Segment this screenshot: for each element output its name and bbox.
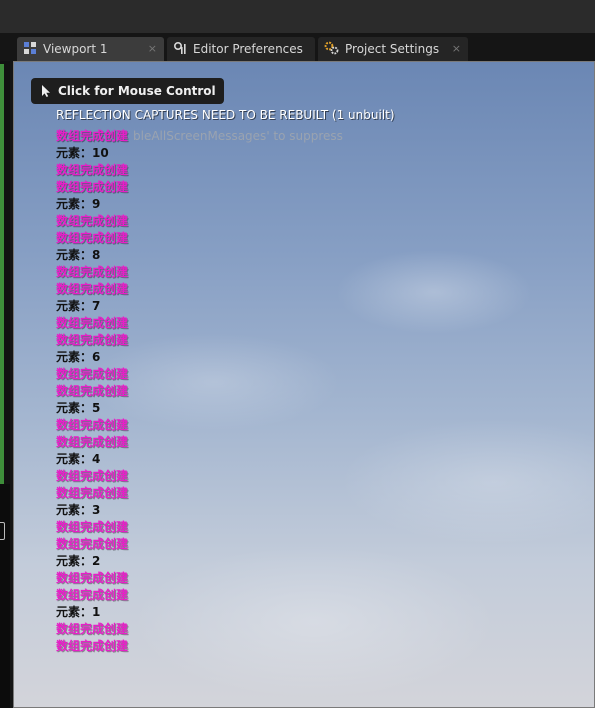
log-line-array-created: 数组完成创建 bbox=[56, 537, 129, 551]
log-line-element: 元素：5 bbox=[56, 401, 101, 415]
log-line-array-created: 数组完成创建 bbox=[56, 129, 129, 143]
log-line-array-created: 数组完成创建 bbox=[56, 214, 129, 228]
reflection-captures-warning: REFLECTION CAPTURES NEED TO BE REBUILT (… bbox=[56, 108, 395, 122]
viewport-grid-icon bbox=[23, 41, 37, 58]
screen-message-log: 数组完成创建 元素：10 数组完成创建 数组完成创建 元素：9 数组完成创建 数组完成创建元… bbox=[56, 128, 128, 655]
log-line-element: 元素：9 bbox=[56, 197, 101, 211]
log-line-array-created: 数组完成创建 bbox=[56, 418, 129, 432]
log-line-array-created: 数组完成创建 bbox=[56, 469, 129, 483]
log-line-array-created: 数组完成创建 bbox=[56, 333, 129, 347]
close-icon[interactable]: × bbox=[452, 42, 461, 55]
log-line-array-created: 数组完成创建 bbox=[56, 163, 129, 177]
log-line-array-created: 数组完成创建 bbox=[56, 265, 129, 279]
editor-top-bar bbox=[0, 0, 595, 33]
log-line-array-created: 数组完成创建 bbox=[56, 231, 129, 245]
settings-gear-icon bbox=[324, 41, 339, 58]
suppress-messages-hint: bleAllScreenMessages' to suppress bbox=[133, 129, 343, 143]
close-icon[interactable]: × bbox=[148, 42, 157, 55]
log-line-element: 元素：4 bbox=[56, 452, 101, 466]
level-viewport[interactable]: Click for Mouse Control REFLECTION CAPTU… bbox=[13, 61, 595, 708]
tab-strip: Viewport 1 × Editor Preferences Project … bbox=[0, 33, 595, 61]
log-line-element: 元素：6 bbox=[56, 350, 101, 364]
log-line-element: 元素：8 bbox=[56, 248, 101, 262]
log-line-array-created: 数组完成创建 bbox=[56, 486, 129, 500]
tab-label: Project Settings bbox=[345, 42, 440, 56]
tab-label: Editor Preferences bbox=[193, 42, 303, 56]
panel-collapse-handle[interactable] bbox=[0, 522, 5, 540]
log-line-array-created: 数组完成创建 bbox=[56, 622, 129, 636]
mouse-control-button[interactable]: Click for Mouse Control bbox=[31, 78, 224, 104]
tab-label: Viewport 1 bbox=[43, 42, 108, 56]
tab-project-settings[interactable]: Project Settings × bbox=[318, 37, 468, 61]
log-line-element: 元素：2 bbox=[56, 554, 101, 568]
log-line-array-created: 数组完成创建 bbox=[56, 520, 129, 534]
preferences-icon bbox=[173, 41, 187, 58]
tab-editor-preferences[interactable]: Editor Preferences bbox=[167, 37, 315, 61]
log-line-array-created: 数组完成创建 bbox=[56, 435, 129, 449]
log-line-array-created: 数组完成创建 bbox=[56, 588, 129, 602]
left-panel-highlight bbox=[0, 64, 4, 484]
log-line-array-created: 数组完成创建 bbox=[56, 282, 129, 296]
log-line-element: 元素：10 bbox=[56, 146, 109, 160]
log-line-array-created: 数组完成创建 bbox=[56, 367, 129, 381]
left-panel-lower bbox=[0, 484, 10, 708]
tab-viewport-1[interactable]: Viewport 1 × bbox=[17, 37, 164, 61]
cursor-arrow-icon bbox=[40, 84, 52, 98]
log-line-element: 元素：7 bbox=[56, 299, 101, 313]
log-line-element: 元素：1 bbox=[56, 605, 101, 619]
log-line-array-created: 数组完成创建 bbox=[56, 571, 129, 585]
log-line-array-created: 数组完成创建 bbox=[56, 316, 129, 330]
log-line-array-created: 数组完成创建 bbox=[56, 639, 129, 653]
log-line-array-created: 数组完成创建 bbox=[56, 180, 129, 194]
mouse-control-label: Click for Mouse Control bbox=[58, 84, 216, 98]
log-line-element: 元素：3 bbox=[56, 503, 101, 517]
log-line-array-created: 数组完成创建 bbox=[56, 384, 129, 398]
